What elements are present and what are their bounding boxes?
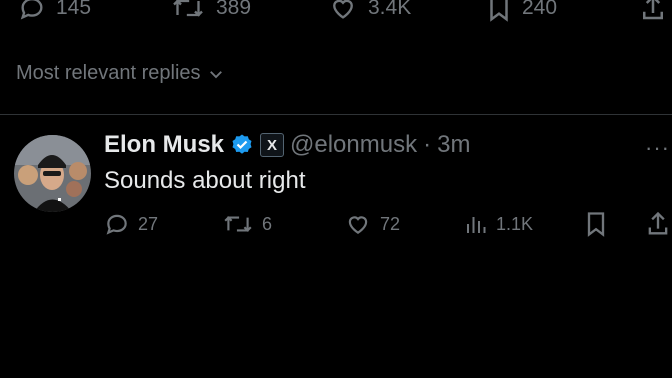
reply-bookmark-button[interactable] xyxy=(584,210,608,238)
reply-count: 27 xyxy=(138,213,159,234)
replies-sort-label: Most relevant replies xyxy=(16,62,201,84)
bookmark-button[interactable]: 240 xyxy=(486,0,557,26)
reply-repost-button[interactable]: 6 xyxy=(222,210,272,238)
reply-views-button[interactable]: 1.1K xyxy=(464,210,533,238)
repost-button[interactable]: 389 xyxy=(170,0,251,26)
reply-count: 145 xyxy=(56,0,92,19)
reply-icon xyxy=(20,0,43,20)
repost-icon xyxy=(224,216,252,232)
reply-text: Sounds about right xyxy=(104,167,306,194)
analytics-icon xyxy=(467,217,486,233)
views-count: 1.1K xyxy=(496,213,534,234)
repost-icon xyxy=(173,0,203,17)
author-handle[interactable]: @elonmusk xyxy=(290,131,417,159)
like-button[interactable]: 3.4K xyxy=(328,0,411,26)
reply-post[interactable]: Elon Musk X @elonmusk · 3m ··· Sounds ab… xyxy=(0,115,672,255)
avatar[interactable] xyxy=(14,135,91,212)
x-affiliation-badge[interactable]: X xyxy=(260,133,285,157)
verified-badge-icon xyxy=(232,134,252,154)
reply-button[interactable]: 145 xyxy=(18,0,91,26)
post-time[interactable]: 3m xyxy=(437,131,470,159)
chevron-down-icon xyxy=(209,70,222,78)
bookmark-count: 240 xyxy=(522,0,558,19)
reply-header: Elon Musk X @elonmusk · 3m xyxy=(104,131,470,159)
share-icon xyxy=(643,0,663,20)
like-count: 3.4K xyxy=(368,0,412,19)
reply-share-button[interactable] xyxy=(646,210,670,238)
replies-sort-dropdown[interactable]: Most relevant replies xyxy=(16,62,225,85)
reply-like-button[interactable]: 72 xyxy=(344,210,400,238)
reply-icon xyxy=(106,214,127,235)
heart-icon xyxy=(333,0,353,19)
heart-icon xyxy=(348,216,368,234)
share-button[interactable] xyxy=(640,0,666,26)
share-icon xyxy=(648,211,668,235)
more-options-button[interactable]: ··· xyxy=(645,135,670,161)
tweet-action-bar: 145 389 3.4K 240 xyxy=(0,0,672,26)
reply-reply-button[interactable]: 27 xyxy=(104,210,158,238)
author-name[interactable]: Elon Musk xyxy=(104,131,224,159)
bookmark-icon xyxy=(490,0,508,22)
bookmark-icon xyxy=(587,212,605,237)
repost-count: 6 xyxy=(262,213,273,234)
repost-count: 389 xyxy=(216,0,252,19)
like-count: 72 xyxy=(380,213,401,234)
separator: · xyxy=(423,131,432,158)
